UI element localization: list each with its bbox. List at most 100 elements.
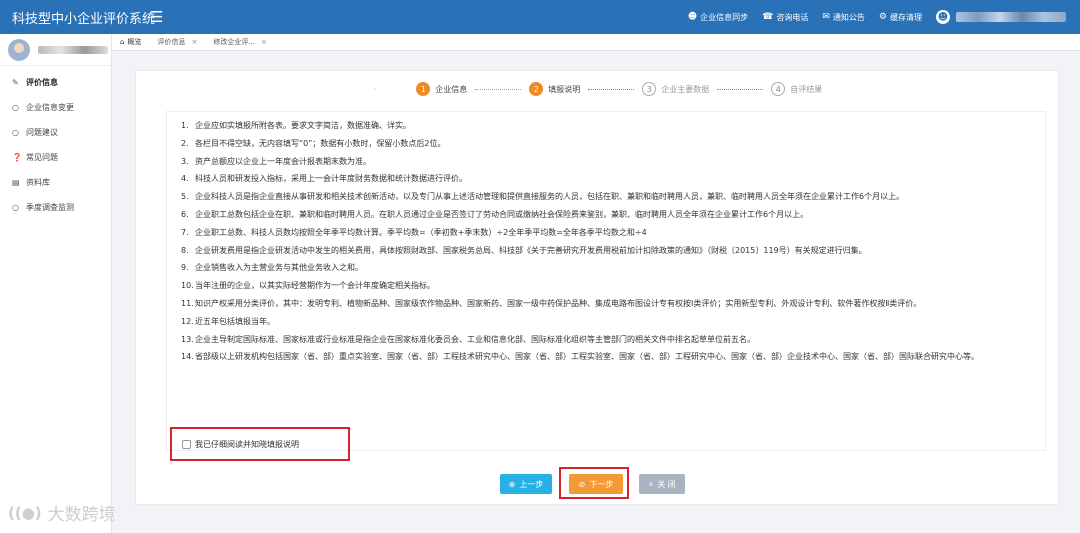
prev-step-button[interactable]: ⊕ 上一步: [500, 474, 552, 494]
instruction-item: 6. 企业职工总数包括企业在职、兼职和临时聘用人员。在职人员通过企业是否签订了劳动…: [181, 209, 1033, 220]
step-label: 自评结果: [790, 84, 823, 94]
instruction-text: 企业科技人员是指企业直接从事研发和相关技术创新活动，以及专门从事上述活动管理和提…: [195, 192, 905, 202]
instruction-text: 科技人员和研发投入指标，采用上一会计年度财务数据和统计数据进行评价。: [195, 174, 467, 184]
instruction-number: 3.: [181, 156, 189, 166]
app-title: 科技型中小企业评价系统: [12, 11, 156, 27]
sidebar-item-label: 问题建议: [26, 128, 58, 137]
sidebar-item-faq[interactable]: ❓ 常见问题: [0, 145, 111, 170]
instruction-number: 2.: [181, 138, 189, 148]
sidebar-item-feedback[interactable]: ○ 问题建议: [0, 120, 111, 145]
close-label: 关 闭: [657, 479, 676, 489]
clear-cache-button[interactable]: ⚙ 缓存清理: [879, 12, 922, 23]
watermark-logo: ((●): [8, 503, 42, 522]
sidebar-item-label: 企业信息变更: [26, 103, 74, 112]
instruction-item: 12. 近五年包括填报当年。: [181, 316, 1033, 327]
step-progress: · 1 企业信息 2 填报说明 3 企业主要数据 4 自评结果: [136, 79, 1060, 99]
sidebar-item-company-info-change[interactable]: ○ 企业信息变更: [0, 95, 111, 120]
step-number: 3: [642, 82, 657, 96]
step-connector: [588, 88, 635, 90]
home-icon: ⌂: [120, 38, 125, 46]
instruction-item: 1. 企业应如实填报所附各表。要求文字简洁，数据准确、详实。: [181, 120, 1033, 131]
instruction-item: 7. 企业职工总数、科技人员数均按照全年季平均数计算。季平均数=（季初数+季末数）…: [181, 227, 1033, 238]
hamburger-icon[interactable]: ☰: [150, 8, 163, 26]
close-icon: ×: [648, 479, 654, 489]
step-main-data: 3 企业主要数据: [642, 82, 709, 96]
step-number: 1: [416, 82, 431, 96]
next-step-label: 下一步: [589, 479, 614, 489]
instruction-text: 近五年包括填报当年。: [195, 316, 275, 326]
step-number: 2: [529, 82, 544, 96]
instruction-number: 10.: [181, 281, 194, 291]
sidebar-item-library[interactable]: ▤ 资料库: [0, 170, 111, 195]
step-self-evaluation: 4 自评结果: [771, 82, 822, 96]
step-filling-instructions: 2 填报说明: [529, 82, 580, 96]
instructions-box: 1. 企业应如实填报所附各表。要求文字简洁，数据准确、详实。 2. 各栏目不得空缺，无…: [166, 111, 1046, 451]
watermark-text: 大数跨境: [47, 505, 116, 525]
announcements-button[interactable]: ✉ 通知公告: [822, 12, 865, 23]
instruction-text: 企业销售收入为主营业务与其他业务收入之和。: [195, 263, 363, 273]
instruction-number: 14.: [181, 352, 194, 362]
gear-icon: ⚙: [878, 12, 887, 22]
announcements-label: 通知公告: [832, 12, 865, 22]
confirm-read-checkbox[interactable]: [182, 439, 191, 449]
sync-company-info-button[interactable]: ☻ 企业信息同步: [688, 12, 748, 23]
tab-label: 修改企业评...: [213, 38, 256, 46]
username-blurred: [956, 12, 1066, 22]
step-label: 填报说明: [548, 84, 581, 94]
instruction-item: 5. 企业科技人员是指企业直接从事研发和相关技术创新活动，以及专门从事上述活动管理…: [181, 191, 1033, 202]
instruction-text: 企业职工总数包括企业在职、兼职和临时聘用人员。在职人员通过企业是否签订了劳动合同…: [195, 209, 809, 219]
sidebar-item-label: 资料库: [26, 178, 50, 187]
instruction-item: 13. 企业主导制定国际标准、国家标准或行业标准是指企业在国家标准化委员会、工业和…: [181, 334, 1033, 345]
step-connector: [717, 88, 764, 90]
instruction-item: 9. 企业销售收入为主营业务与其他业务收入之和。: [181, 262, 1033, 273]
tab-evaluation-info[interactable]: 评价信息 ×: [149, 34, 205, 51]
confirm-read-label[interactable]: 我已仔细阅读并知晓填报说明: [195, 439, 299, 450]
tab-overview[interactable]: ⌂ 概览: [112, 34, 149, 51]
close-button[interactable]: × 关 闭: [639, 474, 685, 494]
instruction-item: 10. 当年注册的企业，以其实际经营期作为一个会计年度确定相关指标。: [181, 280, 1033, 291]
instruction-number: 5.: [181, 192, 189, 202]
phone-icon: ☎: [762, 12, 774, 22]
confirm-read-highlight: 我已仔细阅读并知晓填报说明: [170, 427, 350, 461]
close-icon[interactable]: ×: [191, 38, 197, 46]
circle-icon: ○: [12, 103, 19, 112]
instruction-item: 3. 资产总额应以企业上一年度会计报表期末数为准。: [181, 156, 1033, 167]
clear-cache-label: 缓存清理: [890, 12, 922, 22]
sidebar-item-quarterly-survey[interactable]: ○ 季度调查监测: [0, 195, 111, 220]
mail-icon: ✉: [822, 12, 830, 22]
sync-company-info-label: 企业信息同步: [700, 12, 749, 22]
hotline-button[interactable]: ☎ 咨询电话: [762, 12, 808, 23]
instruction-item: 11. 知识产权采用分类评价，其中：发明专利、植物新品种、国家级农作物品种、国家新…: [181, 298, 1033, 309]
instruction-number: 8.: [181, 245, 189, 255]
folder-icon: ▤: [12, 178, 20, 187]
edit-icon: ✎: [12, 78, 19, 87]
sidebar-item-label: 评价信息: [26, 78, 58, 87]
check-circle-icon: ⊘: [578, 479, 586, 489]
user-menu[interactable]: ☻: [936, 10, 1066, 24]
step-connector: [475, 88, 522, 90]
instruction-text: 企业应如实填报所附各表。要求文字简洁，数据准确、详实。: [195, 121, 411, 130]
top-bar: 科技型中小企业评价系统 ☰ ☻ 企业信息同步 ☎ 咨询电话 ✉ 通知公告 ⚙ 缓…: [0, 0, 1080, 34]
instruction-number: 1.: [181, 121, 189, 130]
tab-label: 评价信息: [157, 38, 186, 46]
step-lead-dot: ·: [373, 84, 377, 94]
watermark: ((●) 大数跨境: [8, 500, 116, 526]
instruction-number: 7.: [181, 227, 189, 237]
sidebar: ✎ 评价信息 ○ 企业信息变更 ○ 问题建议 ❓ 常见问题 ▤ 资料库 ○ 季度…: [0, 34, 112, 533]
avatar: ☻: [936, 10, 950, 24]
tab-edit-evaluation[interactable]: 修改企业评... ×: [205, 34, 275, 51]
instruction-text: 各栏目不得空缺，无内容填写“0”；数据有小数时，保留小数点后2位。: [195, 138, 446, 148]
main-panel: · 1 企业信息 2 填报说明 3 企业主要数据 4 自评结果 1. 企业应如实填…: [135, 70, 1059, 505]
next-step-button[interactable]: ⊘ 下一步: [569, 474, 623, 494]
instruction-number: 11.: [181, 298, 194, 308]
instruction-text: 企业职工总数、科技人员数均按照全年季平均数计算。季平均数=（季初数+季末数）÷2…: [195, 227, 647, 237]
instruction-number: 13.: [181, 334, 194, 344]
step-label: 企业信息: [435, 84, 468, 94]
instruction-text: 企业研发费用是指企业研发活动中发生的相关费用，具体按照财政部、国家税务总局、科技…: [195, 245, 867, 255]
hotline-label: 咨询电话: [776, 12, 809, 22]
user-icon: ☻: [687, 12, 698, 22]
sidebar-item-evaluation-info[interactable]: ✎ 评价信息: [0, 70, 111, 95]
close-icon[interactable]: ×: [261, 38, 267, 46]
instruction-item: 2. 各栏目不得空缺，无内容填写“0”；数据有小数时，保留小数点后2位。: [181, 138, 1033, 149]
instruction-number: 4.: [181, 174, 189, 184]
